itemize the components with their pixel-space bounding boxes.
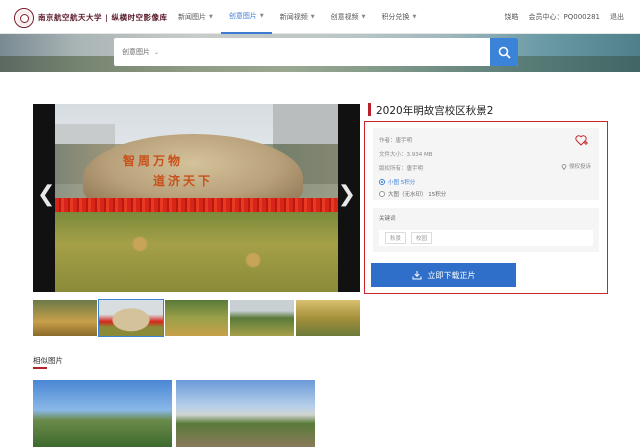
download-button[interactable]: 立即下载正片 (371, 263, 516, 287)
logout-link[interactable]: 退出 (610, 12, 624, 22)
rock-inscription: 智周万物 (123, 154, 184, 168)
file-size-text: 文件大小：3.934 MB (379, 152, 433, 158)
photo-title: 2020年明故宫校区秋景2 (376, 105, 494, 117)
download-panel: 作者：唐宇明 文件大小：3.934 MB 版权所有：唐宇明 侵权投诉 小图 5积… (364, 121, 608, 294)
thumbnail-strip (33, 299, 360, 337)
user-area: 饶皓 会员中心：PQ000281 退出 (505, 0, 624, 34)
keywords-panel: 关键词 秋景 校园 (373, 208, 599, 252)
member-center-link[interactable]: 会员中心：PQ000281 (529, 12, 600, 22)
similar-image[interactable] (33, 380, 172, 447)
keywords-label: 关键词 (379, 216, 396, 222)
member-id: PQ000281 (563, 13, 600, 21)
chevron-down-icon: ▼ (412, 14, 417, 20)
option-small[interactable]: 小图 5积分 (379, 178, 415, 186)
nav-label: 积分兑换 (381, 13, 410, 21)
report-label: 侵权投诉 (568, 164, 591, 170)
section-underline (33, 367, 47, 369)
user-name[interactable]: 饶皓 (505, 12, 519, 22)
photo-grass (55, 212, 338, 292)
top-header: 南京航空航天大学 | 纵横时空影像库 新闻图片 ▼ 创意图片 ▼ 新闻视频 ▼ 创意视… (0, 0, 640, 34)
search-button[interactable] (490, 38, 518, 66)
thumbnail[interactable] (97, 299, 164, 337)
thumbnail[interactable] (164, 300, 229, 336)
nav-label: 创意视频 (330, 13, 359, 21)
site-logo-text[interactable]: 南京航空航天大学 | 纵横时空影像库 (38, 12, 167, 23)
keyword-tag[interactable]: 校园 (411, 232, 433, 244)
search-icon (498, 46, 511, 59)
thumbnail[interactable] (296, 300, 360, 336)
search-bar: 创意图片 ⌄ (114, 38, 518, 66)
main-nav: 新闻图片 ▼ 创意图片 ▼ 新闻视频 ▼ 创意视频 ▼ 积分兑换 ▼ (170, 0, 424, 34)
author-text: 作者：唐宇明 (379, 138, 413, 144)
chevron-down-icon: ▼ (310, 14, 315, 20)
main-photo-viewer: 智周万物 道济天下 ❮ ❯ (33, 104, 360, 292)
keywords-list: 秋景 校园 (379, 230, 593, 246)
nav-points-exchange[interactable]: 积分兑换 ▼ (373, 0, 424, 34)
radio-icon (379, 191, 385, 197)
chevron-down-icon: ▼ (259, 13, 264, 19)
nav-news-videos[interactable]: 新闻视频 ▼ (272, 0, 323, 34)
rock-inscription: 道济天下 (153, 174, 214, 188)
info-panel: 作者：唐宇明 文件大小：3.934 MB 版权所有：唐宇明 侵权投诉 小图 5积… (373, 128, 599, 200)
university-logo-icon[interactable] (14, 8, 34, 28)
search-input[interactable] (174, 43, 484, 61)
thumbnail[interactable] (230, 300, 295, 336)
photo-flowers (55, 198, 338, 212)
next-arrow-icon[interactable]: ❯ (338, 182, 356, 207)
member-label: 会员中心 (528, 13, 557, 21)
title-accent-bar (368, 103, 371, 116)
radio-selected-icon (379, 179, 385, 185)
keyword-tag[interactable]: 秋景 (385, 232, 407, 244)
option-label: 小图 5积分 (388, 180, 416, 186)
prev-arrow-icon[interactable]: ❮ (37, 182, 55, 207)
nav-label: 新闻视频 (279, 13, 308, 21)
nav-label: 创意图片 (228, 12, 257, 20)
option-large[interactable]: 大图（无水印） 15积分 (379, 190, 446, 198)
thumbnail[interactable] (33, 300, 97, 336)
nav-news-photos[interactable]: 新闻图片 ▼ (170, 0, 221, 34)
copyright-text: 版权所有：唐宇明 (379, 166, 424, 172)
nav-creative-videos[interactable]: 创意视频 ▼ (323, 0, 374, 34)
chevron-down-icon: ▼ (361, 14, 366, 20)
chevron-down-icon: ▼ (209, 14, 213, 20)
similar-images-title: 相似图片 (33, 356, 63, 365)
search-banner: 创意图片 ⌄ (0, 34, 640, 72)
add-favorite-icon[interactable] (575, 134, 589, 148)
search-category-select[interactable]: 创意图片 ⌄ (122, 47, 159, 57)
chevron-down-icon: ⌄ (154, 49, 160, 56)
report-infringement-link[interactable]: 侵权投诉 (561, 162, 591, 170)
download-label: 立即下载正片 (427, 270, 476, 280)
nav-creative-photos[interactable]: 创意图片 ▼ (220, 0, 272, 34)
download-icon (412, 271, 421, 280)
location-pin-icon (561, 163, 567, 170)
search-category-value: 创意图片 (122, 48, 150, 56)
option-label: 大图（无水印） 15积分 (388, 192, 447, 198)
similar-image[interactable] (176, 380, 315, 447)
nav-label: 新闻图片 (178, 13, 206, 21)
